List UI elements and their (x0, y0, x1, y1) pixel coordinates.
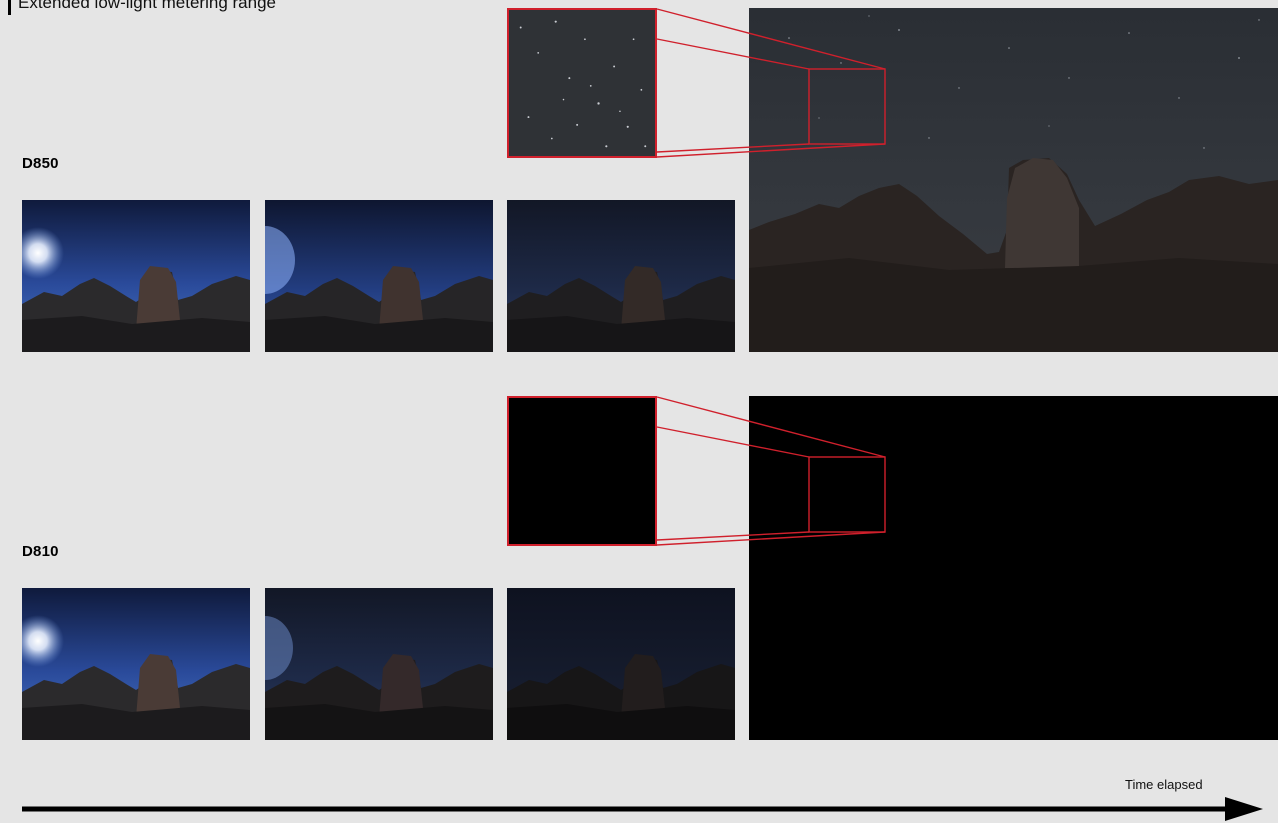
d850-thumbnail-3 (507, 200, 735, 352)
d850-zoom-inset (507, 8, 657, 158)
d810-thumbnail-1 (22, 588, 250, 740)
arrow-head-icon (1225, 797, 1263, 821)
camera-label-d810: D810 (22, 543, 59, 560)
d810-final-image (749, 396, 1278, 740)
d850-final-image (749, 8, 1278, 352)
d810-zoom-inset (507, 396, 657, 546)
d810-thumbnail-3 (507, 588, 735, 740)
time-arrow (22, 797, 1263, 821)
d810-thumbnail-2 (265, 588, 493, 740)
title-accent-bar (8, 0, 11, 15)
camera-label-d850: D850 (22, 155, 59, 172)
title-text: Extended low-light metering range (18, 0, 276, 12)
d850-thumbnail-1 (22, 200, 250, 352)
figure-title: Extended low-light metering range (8, 0, 276, 15)
time-elapsed-label: Time elapsed (1125, 777, 1203, 792)
d850-thumbnail-2 (265, 200, 493, 352)
